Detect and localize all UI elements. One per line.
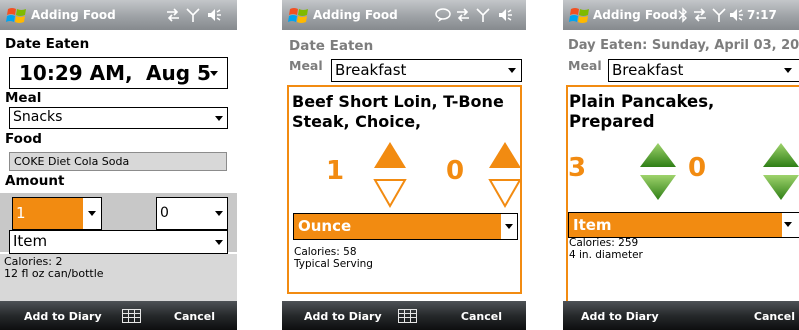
screen-3: Adding Food 7:17 Day Eaten: Sunday, Apri…	[563, 0, 799, 330]
chevron-down-icon	[508, 68, 516, 73]
food-name-line1: Plain Pancakes,	[569, 92, 715, 111]
nutrition-info: Calories: 58 Typical Serving	[294, 246, 373, 270]
amount-fraction-value: 0	[446, 156, 465, 186]
meal-label: Meal	[289, 58, 323, 73]
amount-fraction-value: 0	[160, 205, 169, 221]
cancel-button[interactable]: Cancel	[174, 310, 215, 323]
meal-label: Meal	[5, 90, 42, 106]
nutrition-info: Calories: 259 4 in. diameter	[569, 237, 643, 261]
calories-text: Calories: 58	[294, 246, 357, 258]
window-title: Adding Food	[593, 8, 678, 22]
food-name-line2: Steak, Choice,	[292, 112, 422, 131]
down-arrow-icon[interactable]	[638, 172, 678, 202]
window-title: Adding Food	[31, 8, 116, 22]
unit-select-value: Ounce	[298, 217, 352, 235]
windows-start-icon[interactable]	[288, 5, 310, 25]
up-arrow-icon[interactable]	[372, 140, 408, 170]
keyboard-icon[interactable]	[122, 309, 141, 323]
amount-whole-select[interactable]: 1	[12, 197, 102, 230]
windows-start-icon[interactable]	[569, 5, 591, 25]
bluetooth-icon[interactable]	[674, 6, 690, 24]
chevron-down-icon	[215, 240, 223, 245]
title-bar: Adding Food	[0, 0, 237, 30]
unit-select-value: Item	[573, 216, 612, 234]
unit-select[interactable]: Item	[9, 230, 228, 254]
up-arrow-icon[interactable]	[638, 141, 678, 169]
chevron-down-icon	[88, 211, 96, 216]
food-name-line1: Beef Short Loin, T-Bone	[292, 92, 504, 111]
clock[interactable]: 7:17	[747, 8, 777, 22]
volume-icon[interactable]	[727, 6, 743, 24]
date-eaten-label: Date Eaten	[5, 36, 90, 52]
connectivity-icon[interactable]	[454, 6, 472, 24]
cancel-button[interactable]: Cancel	[754, 310, 795, 323]
food-name: Plain Pancakes, Prepared	[569, 92, 714, 132]
day-eaten-label: Day Eaten: Sunday, April 03, 2011	[568, 38, 799, 53]
window-title: Adding Food	[313, 8, 398, 22]
volume-icon[interactable]	[496, 6, 514, 24]
chevron-down-icon	[784, 222, 792, 227]
chevron-down-icon	[215, 116, 223, 121]
signal-icon[interactable]	[710, 6, 726, 24]
meal-select[interactable]: Snacks	[9, 107, 228, 129]
unit-select[interactable]: Item	[568, 212, 799, 238]
meal-select-value: Breakfast	[335, 61, 407, 79]
serving-text: 12 fl oz can/bottle	[4, 267, 104, 280]
amount-fraction-select[interactable]: 0	[156, 197, 228, 230]
amount-fraction-value: 0	[688, 153, 707, 183]
connectivity-icon[interactable]	[164, 6, 182, 24]
title-bar: Adding Food 7:17	[563, 0, 799, 30]
screen-2: Adding Food Date Eaten Meal Breakfast Be…	[282, 0, 526, 330]
chevron-down-icon	[784, 68, 792, 73]
screen-1: Adding Food Date Eaten 10:29 AM, Aug 5 M…	[0, 0, 237, 330]
cancel-button[interactable]: Cancel	[461, 310, 502, 323]
chevron-down-icon	[210, 71, 218, 76]
meal-select-value: Breakfast	[612, 61, 684, 79]
food-value: COKE Diet Cola Soda	[14, 155, 130, 168]
chevron-down-icon	[215, 211, 223, 216]
unit-select-value: Item	[13, 232, 48, 250]
amount-whole-value: 1	[326, 156, 345, 186]
connectivity-icon[interactable]	[691, 6, 707, 24]
time-value: 10:29 AM,	[19, 61, 133, 85]
signal-icon[interactable]	[474, 6, 492, 24]
down-arrow-icon[interactable]	[372, 177, 408, 209]
calories-text: Calories: 259	[569, 237, 639, 249]
volume-icon[interactable]	[205, 6, 223, 24]
food-label: Food	[5, 131, 42, 147]
unit-select[interactable]: Ounce	[293, 213, 518, 240]
meal-select-value: Snacks	[13, 109, 63, 125]
add-to-diary-button[interactable]: Add to Diary	[304, 310, 382, 323]
food-name: Beef Short Loin, T-Bone Steak, Choice,	[292, 92, 504, 132]
signal-icon[interactable]	[184, 6, 202, 24]
title-bar: Adding Food	[282, 0, 526, 30]
meal-select[interactable]: Breakfast	[608, 59, 799, 82]
meal-select[interactable]: Breakfast	[331, 59, 522, 82]
softkey-bar: Add to Diary Cancel	[0, 301, 237, 330]
up-arrow-icon[interactable]	[487, 140, 523, 170]
softkey-bar: Add to Diary Cancel	[563, 301, 799, 330]
meal-label: Meal	[568, 58, 602, 73]
amount-whole-value: 3	[568, 153, 587, 183]
add-to-diary-button[interactable]: Add to Diary	[24, 310, 102, 323]
date-value: Aug 5	[146, 61, 211, 85]
message-icon[interactable]	[434, 6, 452, 24]
serving-text: Typical Serving	[294, 258, 373, 270]
softkey-bar: Add to Diary Cancel	[282, 301, 526, 330]
serving-text: 4 in. diameter	[569, 249, 643, 261]
amount-label: Amount	[5, 173, 65, 189]
add-to-diary-button[interactable]: Add to Diary	[581, 310, 659, 323]
food-field: COKE Diet Cola Soda	[9, 152, 227, 171]
down-arrow-icon[interactable]	[487, 177, 523, 209]
keyboard-icon[interactable]	[398, 309, 417, 323]
food-name-line2: Prepared	[569, 112, 655, 131]
nutrition-info: Calories: 2 12 fl oz can/bottle	[4, 256, 104, 280]
date-eaten-label: Date Eaten	[289, 38, 374, 54]
down-arrow-icon[interactable]	[761, 172, 799, 202]
windows-start-icon[interactable]	[6, 5, 28, 25]
date-time-picker[interactable]: 10:29 AM, Aug 5	[9, 57, 228, 89]
up-arrow-icon[interactable]	[761, 141, 799, 169]
chevron-down-icon	[505, 224, 513, 229]
amount-whole-value: 1	[16, 204, 26, 222]
